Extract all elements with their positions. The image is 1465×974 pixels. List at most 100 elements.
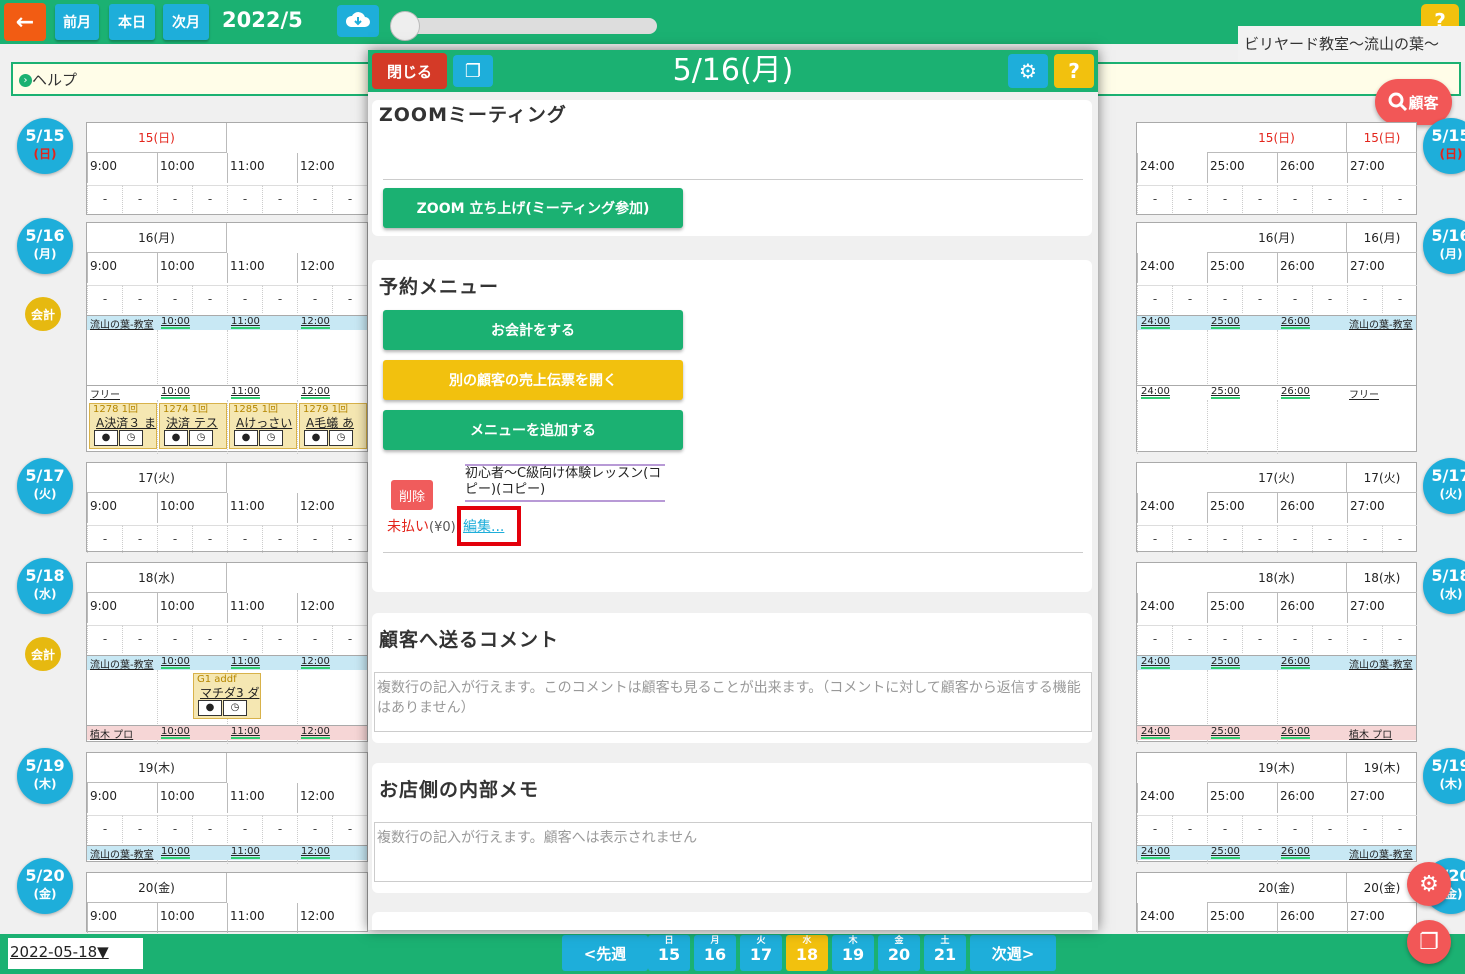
empty-slot[interactable]: - (192, 185, 227, 213)
slot-cell[interactable] (1137, 400, 1172, 454)
slot-time-label[interactable]: 24:00 (1141, 726, 1170, 739)
slot-cell[interactable] (157, 330, 192, 386)
clock-icon[interactable]: ◷ (223, 700, 247, 716)
slot-cell[interactable] (1137, 670, 1172, 726)
slot-time-label[interactable]: 25:00 (1211, 846, 1240, 859)
slot-cell[interactable] (157, 740, 192, 744)
slot-time-label[interactable]: 11:00 (231, 726, 260, 739)
slot-cell[interactable] (1277, 330, 1312, 386)
empty-slot[interactable]: - (1137, 815, 1172, 843)
empty-slot[interactable]: - (122, 815, 157, 843)
empty-slot[interactable]: - (1172, 625, 1207, 653)
empty-slot[interactable]: - (157, 815, 192, 843)
next-month-button[interactable]: 次月 (163, 4, 209, 40)
empty-slot[interactable]: - (1312, 815, 1347, 843)
week-day-button[interactable]: 日 15 (648, 935, 690, 971)
empty-slot[interactable]: - (1137, 185, 1172, 213)
empty-slot[interactable]: - (87, 285, 122, 313)
slot-cell[interactable] (227, 330, 262, 386)
slot-time-label[interactable]: 25:00 (1211, 726, 1240, 739)
slot-cell[interactable] (297, 860, 332, 864)
dialog-settings-button[interactable]: ⚙ (1008, 54, 1048, 88)
empty-slot[interactable]: - (297, 625, 332, 653)
resource-label[interactable]: 流山の葉-教室 (1349, 846, 1413, 861)
day-circle-left[interactable]: 5/17 (火) (17, 458, 73, 514)
day-circle-right[interactable]: 5/17 (火) (1423, 458, 1465, 514)
empty-slot[interactable]: - (1347, 185, 1382, 213)
slot-time-label[interactable]: 10:00 (161, 386, 190, 399)
slot-time-label[interactable]: 26:00 (1281, 846, 1310, 859)
internal-memo-textarea[interactable]: 複数行の記入が行えます。顧客へは表示されません (374, 822, 1092, 882)
slot-cell[interactable] (1137, 860, 1172, 864)
add-menu-button[interactable]: メニューを追加する (383, 410, 683, 450)
clock-icon[interactable]: ◷ (329, 430, 353, 446)
day-circle-right[interactable]: 5/15 (日) (1423, 118, 1465, 174)
empty-slot[interactable]: - (122, 285, 157, 313)
empty-slot[interactable]: - (157, 285, 192, 313)
booking-card[interactable]: 1278 1回 A決済３ ま ● ◷ (89, 403, 157, 449)
week-day-button[interactable]: 金 20 (878, 935, 920, 971)
person-icon[interactable]: ● (198, 700, 222, 716)
slot-time-label[interactable]: 12:00 (301, 846, 330, 859)
empty-slot[interactable]: - (192, 815, 227, 843)
empty-slot[interactable]: - (1277, 815, 1312, 843)
customer-search-button[interactable]: 顧客 (1375, 79, 1452, 125)
empty-slot[interactable]: - (1172, 285, 1207, 313)
slot-time-label[interactable]: 11:00 (231, 846, 260, 859)
person-icon[interactable]: ● (304, 430, 328, 446)
empty-slot[interactable]: - (332, 285, 367, 313)
slot-time-label[interactable]: 11:00 (231, 316, 260, 329)
empty-slot[interactable]: - (1242, 815, 1277, 843)
empty-slot[interactable]: - (332, 815, 367, 843)
empty-slot[interactable]: - (1347, 625, 1382, 653)
empty-slot[interactable]: - (192, 285, 227, 313)
customer-comment-textarea[interactable]: 複数行の記入が行えます。このコメントは顧客も見ることが出来ます。（コメントに対し… (374, 672, 1092, 732)
clock-icon[interactable]: ◷ (189, 430, 213, 446)
empty-slot[interactable]: - (332, 185, 367, 213)
day-circle-left[interactable]: 5/18 (水) (17, 558, 73, 614)
empty-slot[interactable]: - (1137, 285, 1172, 313)
slot-time-label[interactable]: 10:00 (161, 656, 190, 669)
download-button[interactable] (337, 5, 379, 37)
slot-time-label[interactable]: 26:00 (1281, 386, 1310, 399)
day-circle-right[interactable]: 5/18 (水) (1423, 558, 1465, 614)
booking-card[interactable]: G1 addf マチダ3 ダ ● ◷ (193, 673, 261, 719)
empty-slot[interactable]: - (1382, 625, 1417, 653)
empty-slot[interactable]: - (1312, 525, 1347, 553)
empty-slot[interactable]: - (1382, 185, 1417, 213)
zoom-launch-button[interactable]: ZOOM 立ち上げ(ミーティング参加) (383, 188, 683, 228)
prev-month-button[interactable]: 前月 (55, 4, 99, 40)
resource-label[interactable]: 流山の葉-教室 (90, 316, 154, 331)
empty-slot[interactable]: - (297, 815, 332, 843)
clock-icon[interactable]: ◷ (259, 430, 283, 446)
empty-slot[interactable]: - (122, 185, 157, 213)
empty-slot[interactable]: - (192, 625, 227, 653)
empty-slot[interactable]: - (1172, 815, 1207, 843)
slot-cell[interactable] (1207, 740, 1242, 744)
slot-cell[interactable] (1277, 860, 1312, 864)
clock-icon[interactable]: ◷ (119, 430, 143, 446)
close-button[interactable]: 閉じる (372, 53, 447, 89)
empty-slot[interactable]: - (262, 185, 297, 213)
slot-cell[interactable] (1277, 400, 1312, 454)
empty-slot[interactable]: - (157, 185, 192, 213)
prev-week-button[interactable]: <先週 (562, 935, 648, 971)
person-icon[interactable]: ● (94, 430, 118, 446)
slot-time-label[interactable]: 24:00 (1141, 386, 1170, 399)
slot-cell[interactable] (1137, 740, 1172, 744)
slot-cell[interactable] (1137, 330, 1172, 386)
person-icon[interactable]: ● (234, 430, 258, 446)
empty-slot[interactable]: - (227, 525, 262, 553)
day-circle-left[interactable]: 5/16 (月) (17, 218, 73, 274)
slot-cell[interactable] (1277, 740, 1312, 744)
next-week-button[interactable]: 次週> (970, 935, 1056, 971)
resource-label[interactable]: 流山の葉-教室 (90, 656, 154, 671)
slot-cell[interactable] (297, 670, 332, 726)
empty-slot[interactable]: - (297, 525, 332, 553)
slot-time-label[interactable]: 24:00 (1141, 656, 1170, 669)
empty-slot[interactable]: - (157, 625, 192, 653)
slot-time-label[interactable]: 26:00 (1281, 656, 1310, 669)
slot-cell[interactable] (1207, 400, 1242, 454)
empty-slot[interactable]: - (87, 185, 122, 213)
day-circle-right[interactable]: 5/16 (月) (1423, 218, 1465, 274)
